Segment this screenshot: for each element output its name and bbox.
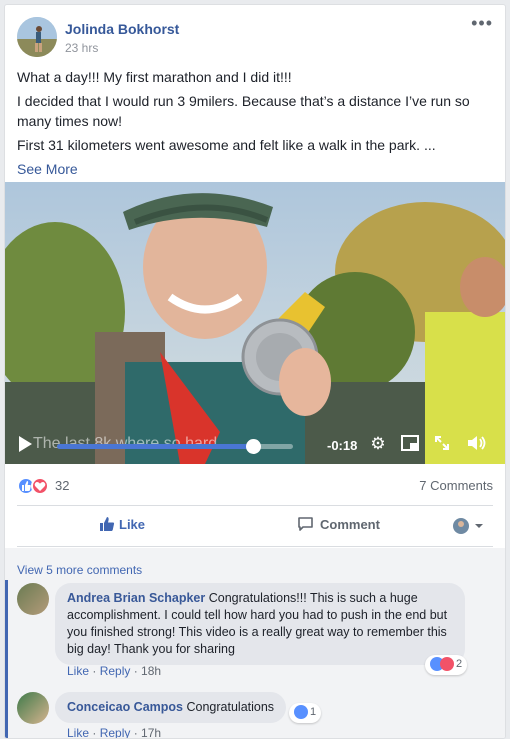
comment-label: Comment — [320, 517, 380, 532]
more-options-icon[interactable]: ••• — [471, 14, 493, 32]
reaction-summary: 32 7 Comments — [17, 475, 493, 497]
action-bar: Like Comment — [17, 505, 493, 547]
comment-item: Andrea Brian Schapker Congratulations!!!… — [17, 583, 487, 678]
like-label: Like — [119, 517, 146, 532]
comment-reply-link[interactable]: Reply — [100, 726, 131, 738]
comment-meta: Like · Reply · 18h — [67, 664, 162, 678]
post-paragraph-3: First 31 kilometers went awesome and fel… — [17, 137, 436, 153]
comment-bubble: Andrea Brian Schapker Congratulations!!!… — [55, 583, 465, 665]
video-frame — [5, 182, 505, 464]
comment-like-link[interactable]: Like — [67, 664, 89, 678]
commenter-name[interactable]: Conceicao Campos — [67, 700, 183, 714]
comment-button[interactable]: Comment — [297, 516, 380, 532]
comment-bubble-icon — [298, 517, 313, 531]
seek-progress — [57, 444, 253, 449]
comment-reaction-count: 2 — [456, 657, 463, 670]
post-text: What a day!!! My first marathon and I di… — [17, 67, 497, 183]
view-more-comments-link[interactable]: View 5 more comments — [17, 563, 142, 577]
comment-reply-link[interactable]: Reply — [100, 664, 131, 678]
author-name[interactable]: Jolinda Bokhorst — [65, 21, 179, 37]
author-avatar[interactable] — [17, 17, 57, 57]
love-reaction-icon — [440, 657, 454, 671]
settings-gear-icon[interactable]: ⚙ — [368, 434, 388, 454]
commenter-avatar[interactable] — [17, 692, 49, 724]
time-remaining: -0:18 — [327, 438, 358, 453]
comment-reactions[interactable]: 2 — [425, 655, 468, 675]
video-controls: -0:18 ⚙ — [5, 424, 505, 464]
comments-count[interactable]: 7 Comments — [419, 478, 493, 493]
comment-bubble: Conceicao Campos Congratulations — [55, 692, 287, 723]
comment-reactions[interactable]: 1 — [289, 703, 322, 723]
love-reaction-icon — [31, 477, 49, 495]
picture-in-picture-icon[interactable] — [400, 434, 420, 454]
comments-accent-bar — [5, 580, 8, 738]
comment-time[interactable]: 17h — [141, 726, 161, 738]
fullscreen-icon[interactable] — [432, 434, 452, 454]
video-player[interactable]: The last 8k where so hard. -0:18 ⚙ — [5, 182, 505, 464]
comment-item: Conceicao Campos Congratulations 1 Like … — [17, 692, 487, 739]
comments-section: View 5 more comments Andrea Brian Schapk… — [5, 548, 505, 739]
comment-time[interactable]: 18h — [141, 664, 161, 678]
comment-reaction-count: 1 — [310, 705, 317, 718]
reaction-count[interactable]: 32 — [55, 478, 69, 493]
profile-chevron-icon — [453, 518, 483, 534]
post-paragraph-2: I decided that I would run 3 9milers. Be… — [17, 93, 470, 129]
seek-handle[interactable] — [245, 439, 261, 454]
reaction-icons[interactable] — [17, 477, 51, 495]
thumbs-up-icon — [100, 517, 115, 531]
commenter-name[interactable]: Andrea Brian Schapker — [67, 591, 205, 605]
seek-bar[interactable] — [57, 439, 293, 454]
like-reaction-icon — [294, 705, 308, 719]
post-timestamp[interactable]: 23 hrs — [65, 41, 98, 55]
comment-text: Congratulations — [186, 700, 275, 714]
post-paragraph-1: What a day!!! My first marathon and I di… — [17, 69, 292, 85]
post-card: Jolinda Bokhorst 23 hrs ••• What a day!!… — [4, 4, 506, 739]
volume-icon[interactable] — [466, 434, 486, 454]
see-more-link[interactable]: See More — [17, 161, 78, 177]
comment-meta: Like · Reply · 17h — [67, 726, 162, 739]
like-button[interactable]: Like — [99, 516, 145, 532]
comment-like-link[interactable]: Like — [67, 726, 89, 738]
play-icon[interactable] — [19, 436, 32, 452]
post-header: Jolinda Bokhorst 23 hrs ••• — [17, 14, 493, 61]
commenter-avatar[interactable] — [17, 583, 49, 615]
audience-selector[interactable] — [453, 518, 487, 537]
